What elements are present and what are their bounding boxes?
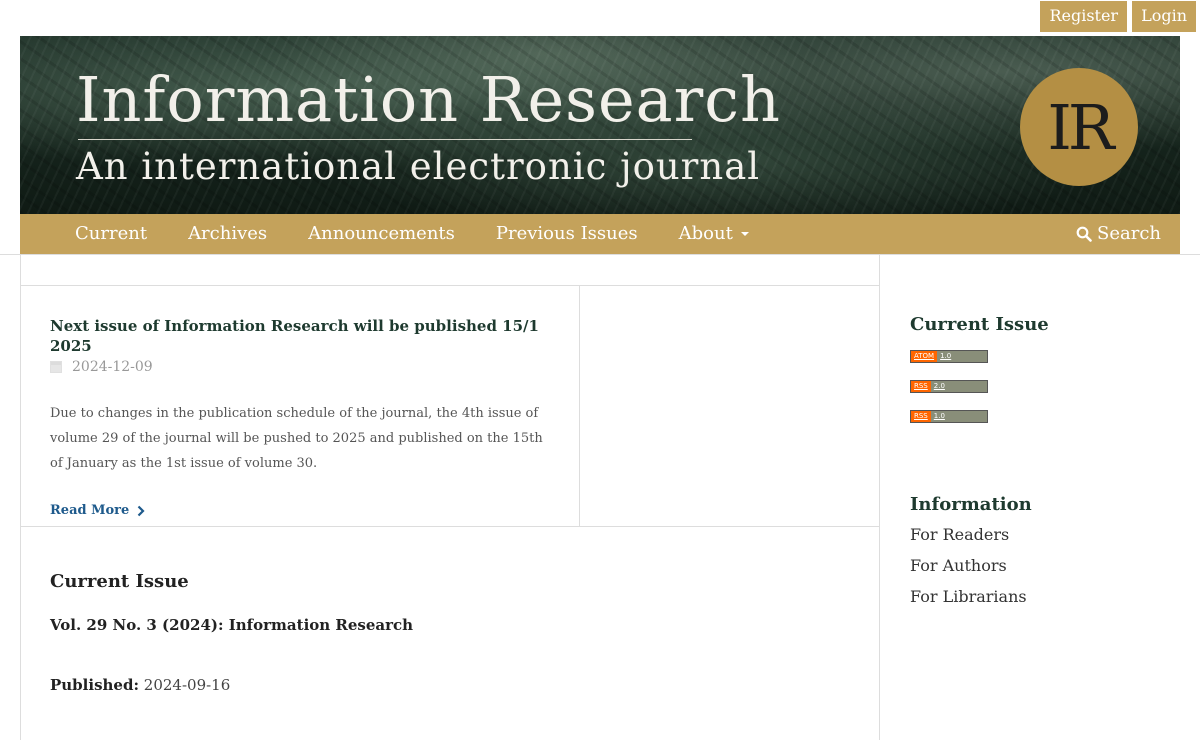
nav-previous-issues[interactable]: Previous Issues (496, 214, 638, 254)
read-more-label: Read More (50, 503, 130, 518)
nav-about-label: About (678, 223, 733, 244)
search-label: Search (1097, 223, 1161, 244)
logo-text: IR (1047, 90, 1114, 164)
search-link[interactable]: Search (1076, 214, 1161, 254)
published-row: Published: 2024-09-16 (50, 675, 413, 695)
published-date: 2024-09-16 (143, 676, 231, 694)
for-readers-link[interactable]: For Readers (910, 525, 1009, 544)
caret-down-icon (740, 232, 749, 236)
announcement-title[interactable]: Next issue of Information Research will … (50, 317, 539, 355)
nav-archives[interactable]: Archives (188, 214, 267, 254)
site-subtitle: An international electronic journal (76, 145, 761, 188)
journal-logo: IR (1020, 68, 1138, 186)
nav-announcements[interactable]: Announcements (308, 214, 455, 254)
current-issue-section: Current Issue Vol. 29 No. 3 (2024): Info… (50, 570, 413, 695)
information-heading: Information (910, 494, 1032, 515)
atom-feed-badge[interactable]: ATOM 1.0 (910, 350, 988, 363)
announcement-body: Due to changes in the publication schedu… (50, 406, 543, 471)
feed-badge-left: RSS (911, 381, 931, 392)
main-nav: Current Archives Announcements Previous … (20, 214, 1180, 254)
feed-badge-right: 1.0 (930, 411, 987, 422)
site-title: Information Research (76, 63, 781, 136)
rss1-feed-badge[interactable]: RSS 1.0 (910, 410, 988, 423)
user-nav: Register Login (1040, 1, 1196, 32)
search-icon (1076, 226, 1092, 242)
register-link[interactable]: Register (1040, 1, 1128, 32)
login-link[interactable]: Login (1132, 1, 1196, 32)
announcement-date-row: 2024-12-09 (50, 358, 550, 376)
divider (579, 285, 580, 526)
feed-badge-left: ATOM (911, 351, 938, 362)
read-more-link[interactable]: Read More (50, 501, 550, 521)
header-banner[interactable]: Information Research An international el… (20, 36, 1180, 214)
feed-badge-right: 1.0 (937, 351, 987, 362)
calendar-icon (50, 361, 62, 373)
title-rule (78, 139, 692, 140)
divider (20, 526, 880, 527)
feed-badge-right: 2.0 (930, 381, 987, 392)
current-issue-heading: Current Issue (50, 571, 189, 592)
sidebar-current-issue-heading: Current Issue (910, 314, 1049, 335)
for-authors-link[interactable]: For Authors (910, 556, 1007, 575)
for-librarians-link[interactable]: For Librarians (910, 587, 1027, 606)
announcement: Next issue of Information Research will … (50, 316, 550, 521)
sidebar-information: Information For Readers For Authors For … (910, 493, 1032, 618)
announcement-date: 2024-12-09 (72, 359, 153, 375)
sidebar-current-issue: Current Issue ATOM 1.0 RSS 2.0 RSS 1.0 (910, 313, 1170, 423)
feed-badge-left: RSS (911, 411, 931, 422)
published-label: Published: (50, 676, 139, 694)
chevron-right-icon (138, 505, 145, 517)
issue-title: Vol. 29 No. 3 (2024): Information Resear… (50, 616, 414, 634)
rss2-feed-badge[interactable]: RSS 2.0 (910, 380, 988, 393)
nav-about[interactable]: About (679, 214, 749, 254)
divider (20, 285, 880, 286)
nav-current[interactable]: Current (75, 214, 147, 254)
